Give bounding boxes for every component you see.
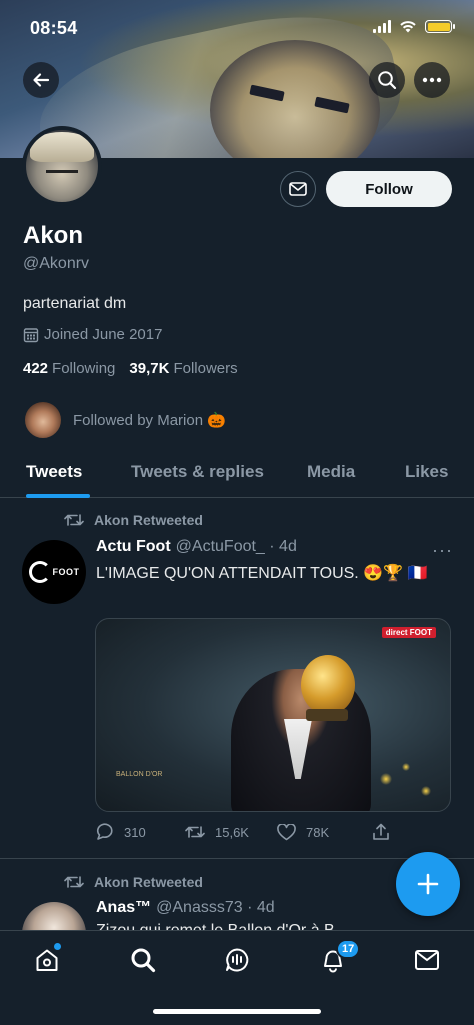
wifi-icon xyxy=(400,21,416,33)
follow-counts: 422 Following 39,7K Followers xyxy=(23,360,238,377)
search-icon xyxy=(131,948,156,973)
tweet-author-name[interactable]: Actu Foot xyxy=(96,538,171,556)
notifications-badge: 17 xyxy=(336,939,361,959)
retweet-icon xyxy=(64,876,84,888)
tweet-media-image[interactable]: BALLON D'OR direct FOOT xyxy=(95,618,451,812)
status-time: 08:54 xyxy=(30,18,78,38)
mail-icon xyxy=(289,182,307,196)
tweet-divider xyxy=(0,858,474,859)
tab-tweets-replies[interactable]: Tweets & replies xyxy=(131,462,264,482)
following-link[interactable]: 422 Following xyxy=(23,360,115,377)
retweet-context: Akon Retweeted xyxy=(64,512,203,528)
back-arrow-icon xyxy=(33,73,50,87)
joined-text: Joined June 2017 xyxy=(44,326,163,343)
tab-tweets[interactable]: Tweets xyxy=(26,462,82,482)
home-icon xyxy=(36,949,58,971)
retweet-icon xyxy=(185,826,205,838)
tweet-header: Actu Foot @ActuFoot_ · 4d xyxy=(96,538,297,556)
profile-bio: partenariat dm xyxy=(23,295,127,312)
compose-tweet-button[interactable] xyxy=(396,852,460,916)
plus-icon xyxy=(417,873,439,895)
more-options-button[interactable] xyxy=(414,62,450,98)
profile-handle: @Akonrv xyxy=(23,255,90,272)
profile-tabs: Tweets Tweets & replies Media Likes xyxy=(0,450,474,498)
home-indicator[interactable] xyxy=(153,1009,321,1014)
status-icons xyxy=(373,20,455,33)
tweet-author-handle: @Anasss73 · 4d xyxy=(156,899,275,916)
followed-by-text: Followed by Marion 🎃 xyxy=(73,412,226,429)
search-button[interactable] xyxy=(369,62,405,98)
ballon-dor-trophy xyxy=(301,655,355,715)
profile-avatar[interactable] xyxy=(22,126,102,206)
reply-button[interactable]: 310 xyxy=(95,823,185,841)
mail-icon xyxy=(415,950,439,970)
tweet-author-name[interactable]: Anas™ xyxy=(96,899,151,917)
active-tab-indicator xyxy=(26,494,90,498)
broadcast-badge: direct FOOT xyxy=(381,627,436,638)
message-button[interactable] xyxy=(280,171,316,207)
calendar-icon xyxy=(23,327,39,342)
nav-search[interactable] xyxy=(128,945,158,975)
follow-button[interactable]: Follow xyxy=(326,171,452,207)
follower-avatar xyxy=(23,400,63,440)
nav-messages[interactable] xyxy=(412,945,442,975)
search-icon xyxy=(378,71,397,90)
heart-icon xyxy=(277,823,296,840)
followed-by[interactable]: Followed by Marion 🎃 xyxy=(23,400,226,440)
tab-media[interactable]: Media xyxy=(307,462,355,482)
nav-spaces[interactable] xyxy=(222,945,252,975)
cellular-signal-icon xyxy=(373,20,391,33)
back-button[interactable] xyxy=(23,62,59,98)
reply-icon xyxy=(97,823,113,840)
more-icon xyxy=(422,77,442,83)
retweet-icon xyxy=(64,514,84,526)
like-button[interactable]: 78K xyxy=(277,823,372,841)
joined-date: Joined June 2017 xyxy=(23,326,162,343)
tweet-header: Anas™ @Anasss73 · 4d xyxy=(96,899,275,917)
tweet-more-icon[interactable]: ··· xyxy=(432,540,453,561)
tweet-actions: 310 15,6K 78K xyxy=(95,823,395,841)
share-button[interactable] xyxy=(372,823,390,841)
profile-name: Akon xyxy=(23,222,83,249)
battery-icon xyxy=(425,20,455,33)
tweet-text: L'IMAGE QU'ON ATTENDAIT TOUS. 😍🏆 🇫🇷 xyxy=(96,565,428,582)
tab-likes[interactable]: Likes xyxy=(405,462,448,482)
tweet-author-handle: @ActuFoot_ · 4d xyxy=(175,538,297,555)
followers-link[interactable]: 39,7K Followers xyxy=(129,360,237,377)
ballon-dor-logo: BALLON D'OR xyxy=(116,771,163,778)
spaces-icon xyxy=(226,948,249,972)
share-icon xyxy=(373,823,389,840)
retweet-context: Akon Retweeted xyxy=(64,874,203,890)
tweet-author-avatar[interactable]: FOOT xyxy=(22,540,86,604)
retweet-button[interactable]: 15,6K xyxy=(185,823,277,841)
new-tweets-dot xyxy=(54,943,61,950)
